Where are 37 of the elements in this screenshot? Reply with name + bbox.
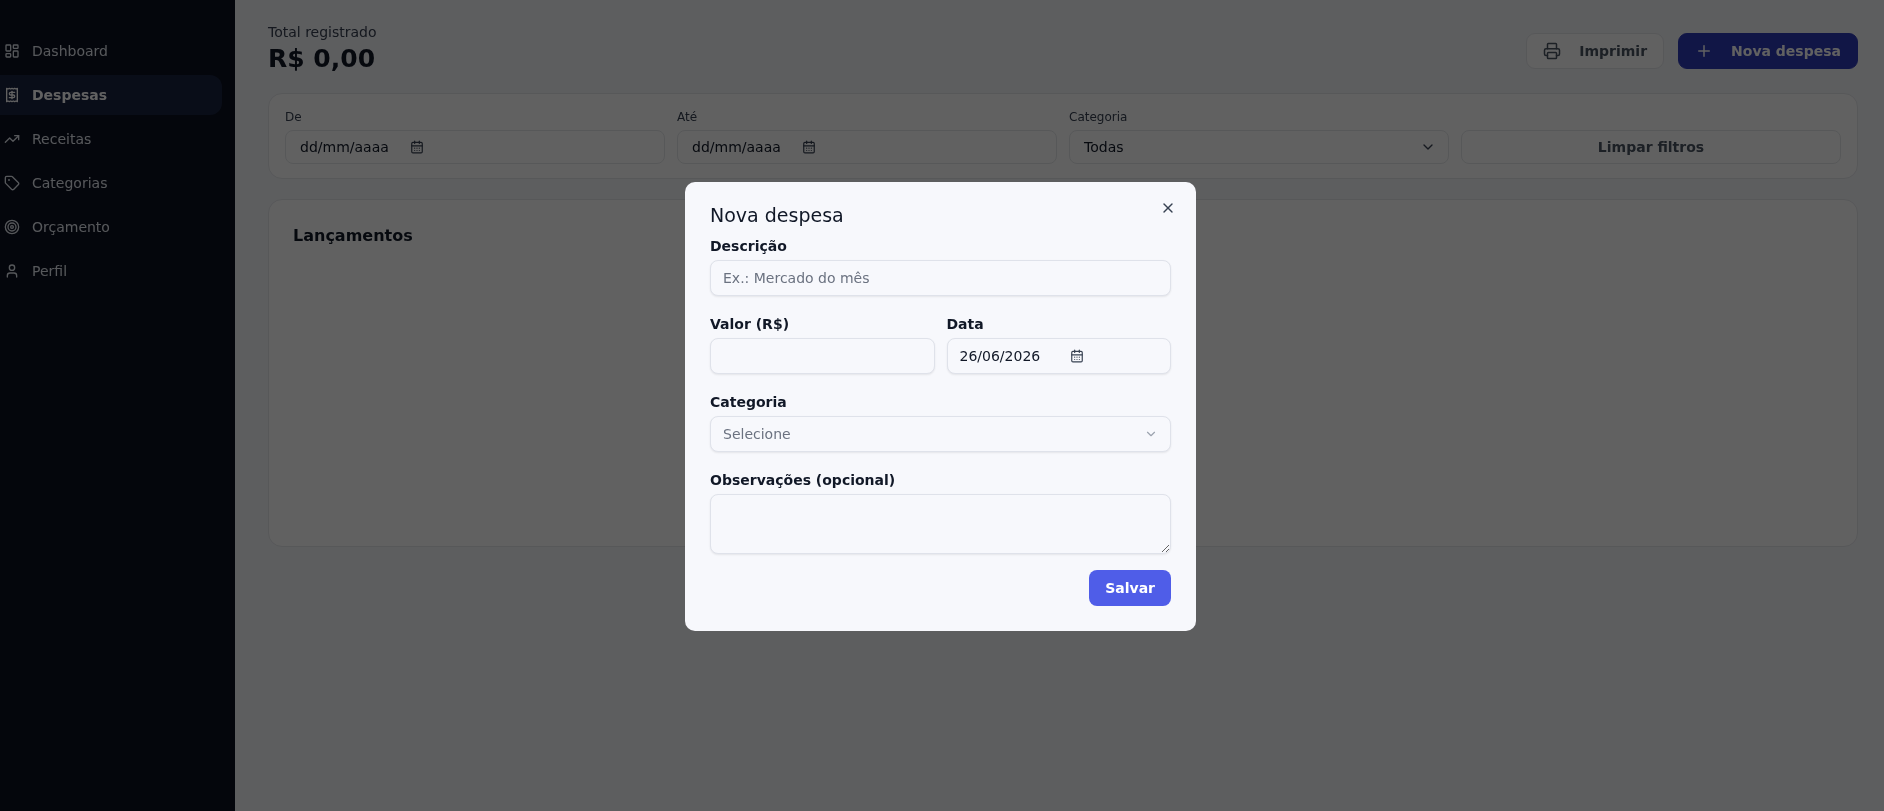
tag-icon [4, 175, 20, 191]
new-expense-button[interactable]: Nova despesa [1678, 33, 1858, 69]
printer-icon [1543, 42, 1562, 60]
sidebar-item[interactable]: Categorias [0, 163, 222, 203]
select-field[interactable]: Todas [1069, 130, 1449, 164]
receipt-icon [4, 87, 20, 103]
field-label: Valor (R$) [710, 316, 791, 332]
calendar-icon[interactable] [1069, 349, 1084, 363]
total-amount: R$ 0,00 [268, 44, 377, 73]
grid-icon [4, 43, 20, 59]
sidebar-item[interactable]: Receitas [0, 119, 222, 159]
sidebar-item[interactable]: Dashboard [0, 31, 222, 71]
filter-label: Até [677, 110, 699, 124]
field-label: Descrição [710, 238, 788, 254]
save-button[interactable]: Salvar [1089, 570, 1171, 606]
filter-label: Categoria [1069, 110, 1129, 124]
date-field[interactable]: 26/06/2026 [946, 338, 1171, 374]
print-button[interactable]: Imprimir [1526, 33, 1665, 69]
modal-title: Nova despesa [710, 204, 844, 226]
sidebar-item[interactable]: Perfil [0, 251, 222, 291]
date-field[interactable]: dd/mm/aaaa [285, 130, 665, 164]
total-caption: Total registrado [268, 24, 377, 40]
user-icon [4, 263, 20, 279]
select-field[interactable]: Selecione [710, 416, 1171, 452]
target-icon [4, 219, 20, 235]
textarea-field[interactable] [710, 494, 1171, 554]
sidebar-item[interactable]: Orçamento [0, 207, 222, 247]
input-field[interactable] [710, 338, 935, 374]
filter-label: De [285, 110, 303, 124]
field-label: Data [946, 316, 985, 332]
input-field[interactable]: Ex.: Mercado do mês [710, 260, 1171, 296]
clear-filters-button[interactable]: Limpar filtros [1461, 130, 1841, 164]
date-field[interactable]: dd/mm/aaaa [677, 130, 1057, 164]
field-label: Categoria [710, 394, 788, 410]
card-title: Lançamentos [293, 226, 414, 245]
sidebar-item[interactable]: Despesas [0, 75, 222, 115]
field-label: Observações (opcional) [710, 472, 897, 488]
